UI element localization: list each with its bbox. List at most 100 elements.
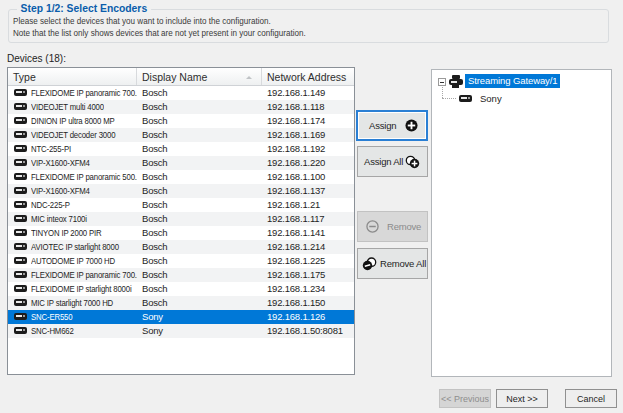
assigned-devices-tree[interactable]: Streaming Gateway/1 Sony <box>431 69 612 377</box>
remove-button[interactable]: Remove <box>357 211 428 242</box>
cell-display-name: Bosch <box>137 114 262 128</box>
encoder-icon <box>14 327 27 334</box>
assign-button[interactable]: Assign <box>356 110 428 141</box>
cell-type: VIDEOJET multi 4000 <box>8 100 137 114</box>
cell-network-address: 192.168.1.149 <box>262 86 354 100</box>
assign-all-button[interactable]: Assign All <box>357 146 428 177</box>
table-row[interactable]: FLEXIDOME IP panoramic 700...Bosch192.16… <box>8 268 354 282</box>
tree-connector <box>442 87 443 98</box>
table-row[interactable]: MIC IP starlight 7000 HDBosch192.168.1.1… <box>8 296 354 310</box>
cell-type: SNC-ER550 <box>8 310 137 324</box>
cell-network-address: 192.168.1.118 <box>262 100 354 114</box>
encoder-icon <box>14 187 27 194</box>
tree-root-row[interactable]: Streaming Gateway/1 <box>432 74 611 90</box>
cell-network-address: 192.168.1.141 <box>262 226 354 240</box>
column-header-type[interactable]: Type <box>8 68 137 85</box>
cell-display-name: Bosch <box>137 184 262 198</box>
encoder-icon <box>14 159 27 166</box>
cell-type: NDC-225-P <box>8 198 137 212</box>
description-line-1: Please select the devices that you want … <box>13 15 306 27</box>
table-row[interactable]: MIC inteox 7100iBosch192.168.1.117 <box>8 212 354 226</box>
encoder-icon <box>14 299 27 306</box>
table-row[interactable]: DINION IP ultra 8000 MPBosch192.168.1.17… <box>8 114 354 128</box>
cell-type: VIP-X1600-XFM4 <box>8 184 137 198</box>
table-row[interactable]: VIDEOJET multi 4000Bosch192.168.1.118 <box>8 100 354 114</box>
encoder-icon <box>14 103 27 110</box>
cell-type: DINION IP ultra 8000 MP <box>8 114 137 128</box>
devices-table[interactable]: Type Display Name Network Address FLEXID… <box>7 67 355 375</box>
cell-type: FLEXIDOME IP panoramic 700... <box>8 86 137 100</box>
cell-display-name: Bosch <box>137 296 262 310</box>
cell-network-address: 192.168.1.150 <box>262 296 354 310</box>
cell-type: SNC-HM662 <box>8 324 137 338</box>
cell-network-address: 192.168.1.137 <box>262 184 354 198</box>
table-row[interactable]: NDC-225-PBosch192.168.1.21 <box>8 198 354 212</box>
table-row[interactable]: VIP-X1600-XFM4Bosch192.168.1.220 <box>8 156 354 170</box>
cell-display-name: Sony <box>137 324 262 338</box>
encoder-icon <box>14 145 27 152</box>
table-header: Type Display Name Network Address <box>8 68 354 86</box>
cell-network-address: 192.168.1.117 <box>262 212 354 226</box>
encoder-icon <box>14 243 27 250</box>
table-row[interactable]: FLEXIDOME IP panoramic 500...Bosch192.16… <box>8 170 354 184</box>
cell-network-address: 192.168.1.175 <box>262 268 354 282</box>
encoder-icon <box>459 95 472 102</box>
cell-type: TINYON IP 2000 PIR <box>8 226 137 240</box>
table-row[interactable]: VIP-X1600-XFM4Bosch192.168.1.137 <box>8 184 354 198</box>
encoder-icon <box>14 173 27 180</box>
cell-network-address: 192.168.1.50:8081 <box>262 324 354 338</box>
step-title: Step 1/2: Select Encoders <box>17 2 151 14</box>
cell-network-address: 192.168.1.234 <box>262 282 354 296</box>
cell-display-name: Bosch <box>137 86 262 100</box>
cancel-button[interactable]: Cancel <box>565 389 617 408</box>
cell-type: FLEXIDOME IP panoramic 700... <box>8 268 137 282</box>
description-line-2: Note that the list only shows devices th… <box>13 27 306 39</box>
encoder-icon <box>14 313 27 320</box>
cell-display-name: Bosch <box>137 170 262 184</box>
streaming-gateway-icon <box>449 75 464 88</box>
cell-display-name: Bosch <box>137 128 262 142</box>
table-row[interactable]: SNC-HM662Sony192.168.1.50:8081 <box>8 324 354 338</box>
remove-all-button[interactable]: Remove All <box>357 248 428 279</box>
encoder-icon <box>14 257 27 264</box>
cell-type: VIP-X1600-XFM4 <box>8 156 137 170</box>
tree-child-label[interactable]: Sony <box>480 93 502 104</box>
tree-child-row[interactable]: Sony <box>432 91 611 106</box>
cell-type: AUTODOME IP 7000 HD <box>8 254 137 268</box>
double-minus-circle-icon <box>362 257 377 271</box>
previous-button[interactable]: << Previous <box>439 389 491 408</box>
table-row[interactable]: VIDEOJET decoder 3000Bosch192.168.1.169 <box>8 128 354 142</box>
cell-type: MIC inteox 7100i <box>8 212 137 226</box>
table-row[interactable]: FLEXIDOME IP panoramic 700...Bosch192.16… <box>8 86 354 100</box>
column-header-display-name[interactable]: Display Name <box>137 68 262 85</box>
column-header-network-address[interactable]: Network Address <box>262 68 354 85</box>
cell-display-name: Bosch <box>137 240 262 254</box>
table-row[interactable]: NTC-255-PIBosch192.168.1.192 <box>8 142 354 156</box>
table-row[interactable]: SNC-ER550Sony192.168.1.126 <box>8 310 354 324</box>
encoder-icon <box>14 229 27 236</box>
cell-display-name: Bosch <box>137 268 262 282</box>
table-row[interactable]: FLEXIDOME IP starlight 8000iBosch192.168… <box>8 282 354 296</box>
cell-network-address: 192.168.1.21 <box>262 198 354 212</box>
next-button[interactable]: Next >> <box>496 389 548 408</box>
encoder-icon <box>14 215 27 222</box>
table-row[interactable]: TINYON IP 2000 PIRBosch192.168.1.141 <box>8 226 354 240</box>
step-description: Please select the devices that you want … <box>13 15 306 38</box>
cell-display-name: Bosch <box>137 282 262 296</box>
double-plus-circle-icon <box>405 155 420 169</box>
tree-connector <box>442 98 456 99</box>
devices-count-label: Devices (18): <box>7 53 66 64</box>
tree-root-label[interactable]: Streaming Gateway/1 <box>465 74 560 88</box>
encoder-icon <box>14 89 27 96</box>
cell-type: FLEXIDOME IP starlight 8000i <box>8 282 137 296</box>
table-row[interactable]: AVIOTEC IP starlight 8000Bosch192.168.1.… <box>8 240 354 254</box>
encoder-icon <box>14 271 27 278</box>
cell-type: NTC-255-PI <box>8 142 137 156</box>
cell-network-address: 192.168.1.174 <box>262 114 354 128</box>
cell-network-address: 192.168.1.100 <box>262 170 354 184</box>
collapse-icon[interactable] <box>438 78 446 86</box>
cell-network-address: 192.168.1.126 <box>262 310 354 324</box>
encoder-icon <box>14 201 27 208</box>
cell-display-name: Bosch <box>137 156 262 170</box>
table-row[interactable]: AUTODOME IP 7000 HDBosch192.168.1.225 <box>8 254 354 268</box>
